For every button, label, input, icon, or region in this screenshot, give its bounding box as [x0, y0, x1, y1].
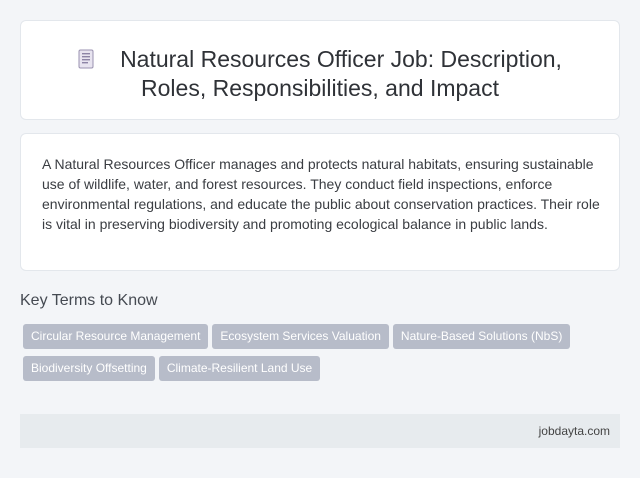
description-card: A Natural Resources Officer manages and … [20, 133, 620, 271]
key-term-tag[interactable]: Climate-Resilient Land Use [158, 356, 321, 381]
description-text: A Natural Resources Officer manages and … [42, 156, 600, 232]
document-icon [78, 47, 94, 69]
footer-site-link[interactable]: jobdayta.com [539, 424, 610, 438]
title-line-1: Natural Resources Officer Job: Descripti… [120, 46, 562, 72]
title-line-2: Roles, Responsibilities, and Impact [141, 75, 499, 101]
key-term-tag[interactable]: Ecosystem Services Valuation [212, 324, 389, 349]
footer: jobdayta.com [20, 414, 620, 448]
page-title: Natural Resources Officer Job: Descripti… [21, 45, 619, 103]
title-card: Natural Resources Officer Job: Descripti… [20, 20, 620, 120]
key-term-tag[interactable]: Nature-Based Solutions (NbS) [392, 324, 571, 349]
key-term-tag[interactable]: Circular Resource Management [23, 324, 209, 349]
key-terms-list: Circular Resource Management Ecosystem Se… [23, 324, 603, 388]
key-term-tag[interactable]: Biodiversity Offsetting [23, 356, 155, 381]
key-terms-heading: Key Terms to Know [20, 292, 158, 309]
